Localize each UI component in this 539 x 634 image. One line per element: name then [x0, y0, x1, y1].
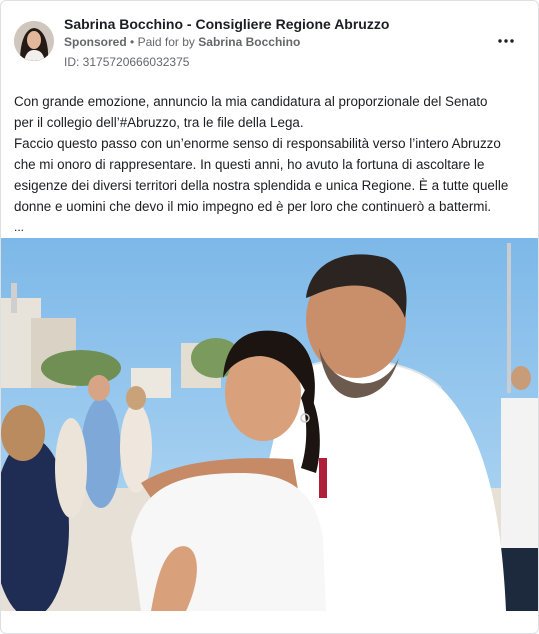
post-text-line: Faccio questo passo con un’enorme senso …: [14, 136, 501, 151]
separator-dot: •: [130, 35, 135, 49]
more-horizontal-icon: [498, 39, 514, 43]
paid-for-prefix: Paid for by: [137, 35, 195, 49]
paid-for-by-name: Sabrina Bocchino: [198, 35, 301, 49]
sponsored-label: Sponsored: [64, 35, 127, 49]
avatar[interactable]: [14, 21, 54, 61]
post-image[interactable]: [1, 238, 538, 611]
ad-id: ID: 3175720666032375: [64, 55, 190, 69]
ad-card: Sabrina Bocchino - Consigliere Regione A…: [0, 0, 539, 634]
page-name[interactable]: Sabrina Bocchino - Consigliere Regione A…: [64, 16, 389, 32]
post-header: Sabrina Bocchino - Consigliere Regione A…: [1, 1, 538, 81]
post-text-line: Con grande emozione, annuncio la mia can…: [14, 94, 488, 109]
post-text-line: esigenze dei diversi territori della nos…: [14, 178, 509, 193]
avatar-image: [14, 21, 54, 61]
post-text-line: che mi onoro di rappresentare. In questi…: [14, 157, 485, 172]
post-text-line: donne e uomini che devo il mio impegno e…: [14, 199, 492, 214]
post-text-line: per il collegio dell’#Abruzzo, tra le fi…: [14, 115, 304, 130]
sponsored-line: Sponsored • Paid for by Sabrina Bocchino: [64, 35, 300, 49]
see-more-ellipsis[interactable]: ...: [14, 217, 529, 238]
post-text: Con grande emozione, annuncio la mia can…: [14, 91, 529, 238]
post-photo: [1, 238, 538, 611]
more-options-button[interactable]: [494, 31, 518, 51]
